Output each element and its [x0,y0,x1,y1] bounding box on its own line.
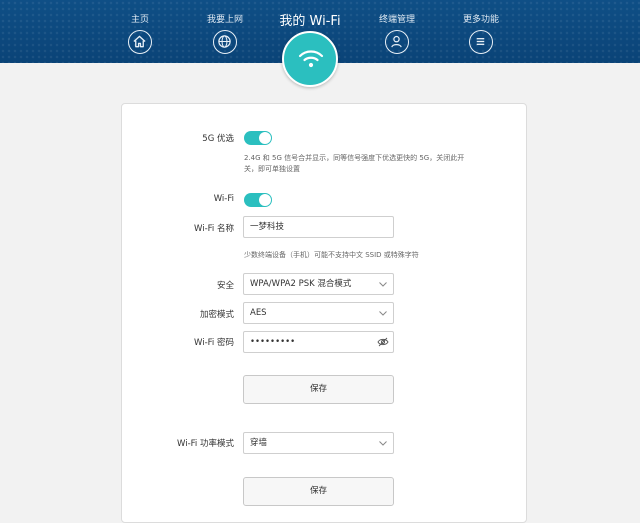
pref-5g-note-line1: 2.4G 和 5G 信号合并显示，同等信号强度下优选更快的 5G，关闭此开 [244,154,465,162]
globe-icon[interactable] [213,30,237,54]
wifi-active-bubble[interactable] [282,31,338,87]
save-button[interactable]: 保存 [243,375,394,404]
wifi-switch-label: Wi-Fi [213,194,234,204]
home-icon[interactable] [128,30,152,54]
power-mode-label: Wi-Fi 功率模式 [177,439,234,449]
nav-item-more[interactable]: 更多功能 [446,14,516,54]
wifi-password-value: ••••••••• [250,337,296,347]
wifi-password-label: Wi-Fi 密码 [194,338,234,348]
chevron-down-icon [379,441,387,446]
nav-item-home-label: 主页 [130,15,149,25]
user-icon[interactable] [385,30,409,54]
encryption-value: AES [250,308,267,318]
toggle-knob [259,194,271,206]
pref-5g-label: 5G 优选 [202,134,234,144]
wifi-name-input[interactable]: 一梦科技 [243,216,394,238]
wifi-switch-toggle[interactable] [244,193,272,207]
nav-item-home[interactable]: 主页 [105,14,175,54]
nav-item-internet[interactable]: 我要上网 [190,14,260,54]
encryption-label: 加密模式 [199,310,234,320]
chevron-down-icon [379,282,387,287]
wifi-name-label: Wi-Fi 名称 [194,224,234,234]
power-mode-select[interactable]: 穿墙 [243,432,394,454]
menu-icon[interactable] [469,30,493,54]
nav-item-devices[interactable]: 终端管理 [362,14,432,54]
pref-5g-toggle[interactable] [244,131,272,145]
save-power-button[interactable]: 保存 [243,477,394,506]
chevron-down-icon [379,311,387,316]
wifi-icon [298,50,324,68]
encryption-select[interactable]: AES [243,302,394,324]
wifi-password-input[interactable]: ••••••••• [243,331,394,353]
eye-hidden-icon[interactable] [377,337,389,347]
nav-item-wifi-title[interactable]: 我的 Wi-Fi [260,10,360,29]
wifi-name-note: 少数终端设备（手机）可能不支持中文 SSID 或特殊字符 [244,251,419,259]
power-mode-value: 穿墙 [250,438,268,448]
toggle-knob [259,132,271,144]
nav-item-more-label: 更多功能 [462,15,499,25]
nav-item-internet-label: 我要上网 [206,15,243,25]
security-value: WPA/WPA2 PSK 混合模式 [250,279,352,289]
pref-5g-note-line2: 关，即可单独设置 [244,165,300,173]
security-label: 安全 [216,281,234,291]
security-select[interactable]: WPA/WPA2 PSK 混合模式 [243,273,394,295]
nav-item-devices-label: 终端管理 [378,15,415,25]
